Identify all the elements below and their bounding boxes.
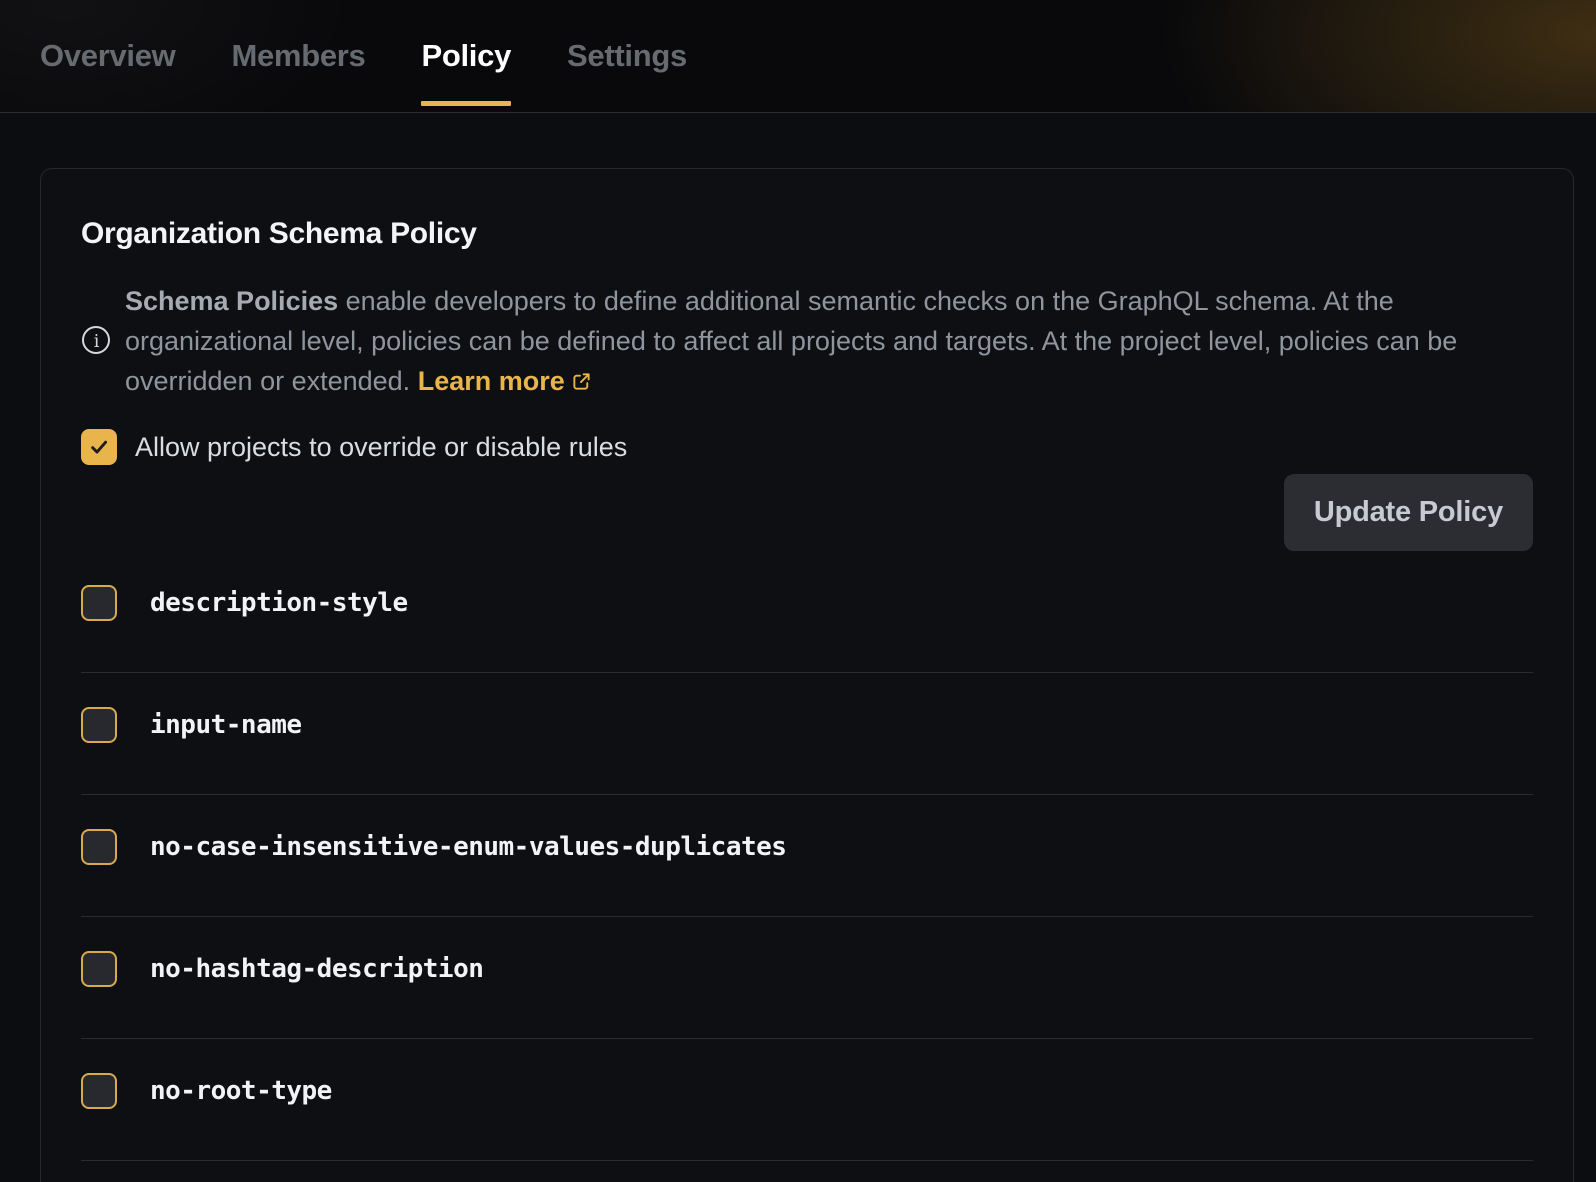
info-circle-icon: i <box>81 325 111 360</box>
learn-more-link[interactable]: Learn more <box>418 366 592 396</box>
tab-label: Overview <box>40 38 175 74</box>
rule-name: input-name <box>150 710 302 740</box>
rule-name: description-style <box>150 588 408 618</box>
tab-overview[interactable]: Overview <box>40 0 175 112</box>
rule-row-no-root-type: no-root-type <box>81 1039 1533 1161</box>
tab-members[interactable]: Members <box>231 0 365 112</box>
rule-name: no-hashtag-description <box>150 954 483 984</box>
allow-override-label: Allow projects to override or disable ru… <box>135 432 627 463</box>
rule-row-no-case-insensitive-enum-values-duplicates: no-case-insensitive-enum-values-duplicat… <box>81 795 1533 917</box>
rule-row-input-name: input-name <box>81 673 1533 795</box>
rules-list: description-style input-name no-case-ins… <box>81 551 1533 1161</box>
rule-name: no-root-type <box>150 1076 332 1106</box>
external-link-icon <box>571 363 592 403</box>
page-title: Organization Schema Policy <box>81 217 1533 251</box>
tab-settings[interactable]: Settings <box>567 0 687 112</box>
tab-policy[interactable]: Policy <box>421 0 511 112</box>
svg-text:i: i <box>94 332 100 352</box>
tab-label: Policy <box>421 38 511 74</box>
rule-checkbox[interactable] <box>81 951 117 987</box>
update-policy-button[interactable]: Update Policy <box>1284 474 1533 551</box>
rule-checkbox[interactable] <box>81 829 117 865</box>
info-lead: Schema Policies <box>125 286 338 316</box>
rule-checkbox[interactable] <box>81 585 117 621</box>
tab-label: Members <box>231 38 365 74</box>
rule-name: no-case-insensitive-enum-values-duplicat… <box>150 832 786 862</box>
button-row: Update Policy <box>81 474 1533 551</box>
info-callout: i Schema Policies enable developers to d… <box>81 281 1533 403</box>
rule-row-no-hashtag-description: no-hashtag-description <box>81 917 1533 1039</box>
policy-card: Organization Schema Policy i Schema Poli… <box>40 168 1574 1182</box>
tab-bar: Overview Members Policy Settings <box>0 0 1596 113</box>
allow-override-checkbox[interactable] <box>81 429 117 465</box>
rule-checkbox[interactable] <box>81 707 117 743</box>
info-paragraph: Schema Policies enable developers to def… <box>125 281 1497 403</box>
rule-row-description-style: description-style <box>81 551 1533 673</box>
allow-override-row: Allow projects to override or disable ru… <box>81 429 1533 465</box>
tab-label: Settings <box>567 38 687 74</box>
rule-checkbox[interactable] <box>81 1073 117 1109</box>
